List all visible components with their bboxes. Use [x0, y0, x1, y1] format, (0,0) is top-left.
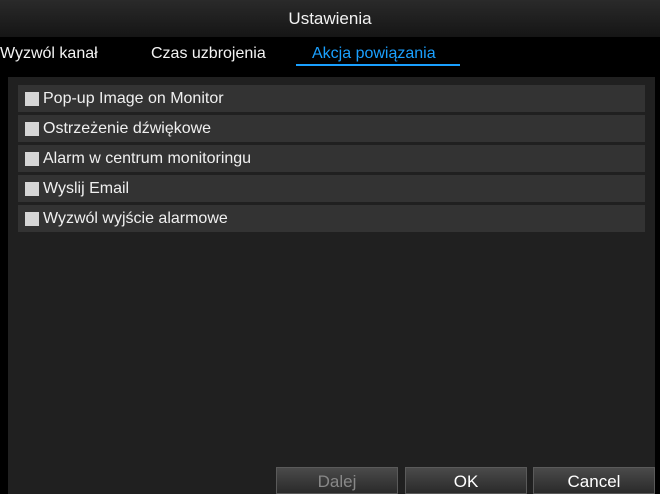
button-bar: Dalej OK Cancel: [8, 453, 655, 494]
option-label: Wyzwól wyjście alarmowe: [43, 209, 228, 227]
option-row-popup-image[interactable]: Pop-up Image on Monitor: [18, 85, 645, 112]
audible-warning-checkbox[interactable]: [25, 121, 39, 136]
cancel-button-label: Cancel: [567, 472, 621, 491]
cancel-button[interactable]: Cancel: [533, 467, 655, 494]
option-label: Alarm w centrum monitoringu: [43, 149, 252, 167]
next-button[interactable]: Dalej: [276, 467, 398, 494]
option-label: Pop-up Image on Monitor: [43, 89, 224, 107]
next-button-label: Dalej: [317, 472, 357, 491]
option-row-alarm-output[interactable]: Wyzwól wyjście alarmowe: [18, 205, 645, 232]
active-tab-underline: [296, 64, 460, 66]
tab-arming-schedule[interactable]: Czas uzbrojenia: [151, 45, 266, 63]
tab-bar: Wyzwól kanał Czas uzbrojenia Akcja powią…: [0, 37, 660, 73]
tab-linkage-action[interactable]: Akcja powiązania: [312, 45, 436, 63]
linkage-action-panel: Pop-up Image on Monitor Ostrzeżenie dźwi…: [8, 77, 655, 453]
tab-trigger-channel[interactable]: Wyzwól kanał: [0, 45, 98, 63]
window-title: Ustawienia: [288, 8, 372, 28]
option-row-notify-center[interactable]: Alarm w centrum monitoringu: [18, 145, 645, 172]
option-label: Wyslij Email: [43, 179, 130, 197]
popup-image-checkbox[interactable]: [25, 91, 39, 106]
alarm-output-checkbox[interactable]: [25, 211, 39, 226]
option-row-send-email[interactable]: Wyslij Email: [18, 175, 645, 202]
settings-window: Ustawienia Wyzwól kanał Czas uzbrojenia …: [0, 0, 660, 494]
option-label: Ostrzeżenie dźwiękowe: [43, 119, 212, 137]
ok-button-label: OK: [453, 472, 479, 491]
ok-button[interactable]: OK: [405, 467, 527, 494]
title-bar: Ustawienia: [0, 0, 660, 37]
option-row-audible-warning[interactable]: Ostrzeżenie dźwiękowe: [18, 115, 645, 142]
send-email-checkbox[interactable]: [25, 181, 39, 196]
notify-center-checkbox[interactable]: [25, 151, 39, 166]
